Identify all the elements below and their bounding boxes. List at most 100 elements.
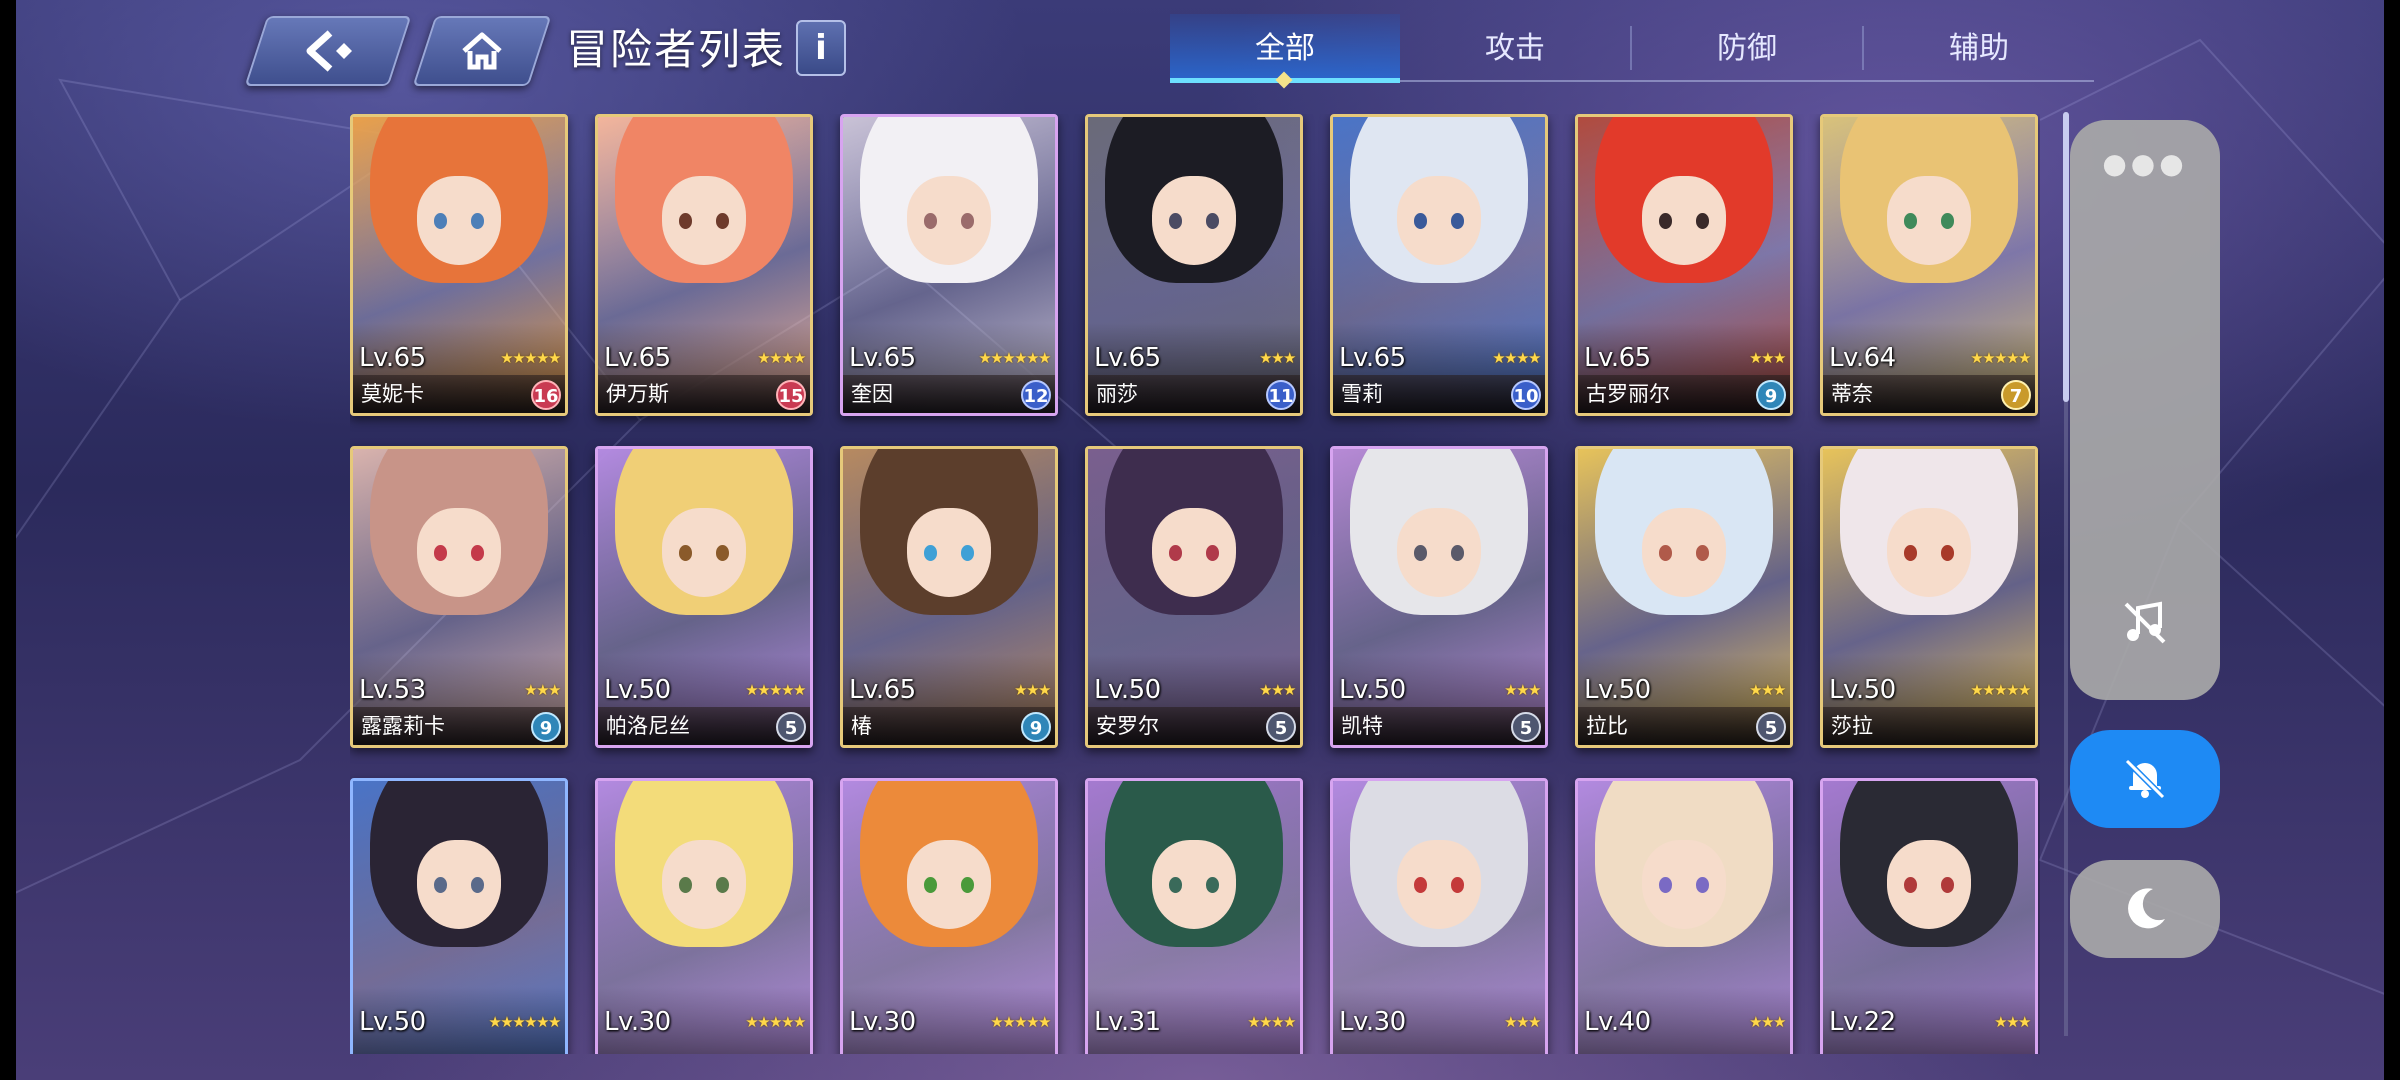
portrait-eye [678,545,693,562]
portrait-eye [1205,545,1220,562]
tab-support[interactable]: 辅助 [1864,14,2094,82]
card-star-rating: ★★★★ [1492,349,1541,367]
card-star-rating: ★★★ [1749,349,1786,367]
adventurer-card[interactable]: Lv.30 ★★★★★ [840,778,1058,1054]
card-level: Lv.65 [1339,343,1406,373]
portrait-face [906,176,992,265]
adventurer-card[interactable]: Lv.53 ★★★ 露露莉卡 9 [350,446,568,748]
adventurer-card[interactable]: Lv.50 ★★★★★★ [350,778,568,1054]
portrait-face [661,176,747,265]
portrait-eye [1168,213,1183,230]
card-star-rating: ★★★ [1994,1013,2031,1031]
portrait-eye [470,545,485,562]
card-count-badge: 10 [1511,380,1541,410]
card-count-badge: 5 [1266,712,1296,742]
music-off-icon[interactable] [2120,598,2170,652]
category-tabs: 全部 攻击 防御 辅助 [1170,14,2094,89]
card-name: 莎拉 [1831,714,1873,738]
portrait-eye [1695,877,1710,894]
adventurer-card[interactable]: Lv.65 ★★★★★ 莫妮卡 16 [350,114,568,416]
portrait-eye [1658,877,1673,894]
adventurer-card[interactable]: Lv.50 ★★★ 凯特 5 [1330,446,1548,748]
card-level: Lv.65 [604,343,671,373]
portrait-eye [1205,877,1220,894]
adventurer-card[interactable]: Lv.65 ★★★ 椿 9 [840,446,1058,748]
portrait-face [1641,840,1727,929]
adventurer-card[interactable]: Lv.50 ★★★ 拉比 5 [1575,446,1793,748]
portrait-eye [470,877,485,894]
card-name: 椿 [851,714,872,738]
portrait-face [1641,176,1727,265]
portrait-eye [1450,213,1465,230]
portrait-face [416,840,502,929]
portrait-eye [678,877,693,894]
card-level: Lv.50 [1829,675,1896,705]
scrollbar-thumb[interactable] [2063,112,2069,402]
portrait-eye [433,213,448,230]
portrait-eye [1413,213,1428,230]
adventurer-card[interactable]: Lv.22 ★★★ [1820,778,2038,1054]
adventurer-card[interactable]: Lv.40 ★★★ [1575,778,1793,1054]
portrait-eye [1903,545,1918,562]
portrait-eye [1413,545,1428,562]
card-name: 古罗丽尔 [1586,382,1670,406]
adventurer-card[interactable]: Lv.64 ★★★★★ 蒂奈 7 [1820,114,2038,416]
back-button[interactable] [244,16,412,86]
tab-defense[interactable]: 防御 [1632,14,1862,82]
portrait-eye [960,877,975,894]
portrait-face [1396,508,1482,597]
card-name: 伊万斯 [606,382,669,406]
card-level: Lv.64 [1829,343,1896,373]
more-dots-icon[interactable]: ●●● [2070,150,2220,178]
portrait-face [1151,176,1237,265]
portrait-face [1886,176,1972,265]
card-level: Lv.65 [359,343,426,373]
portrait-face [661,508,747,597]
adventurer-card[interactable]: Lv.30 ★★★ [1330,778,1548,1054]
card-star-rating: ★★★★★ [990,1013,1051,1031]
adventurer-card[interactable]: Lv.65 ★★★★ 雪莉 10 [1330,114,1548,416]
adventurer-card[interactable]: Lv.65 ★★★★ 伊万斯 15 [595,114,813,416]
card-star-rating: ★★★★★ [745,681,806,699]
portrait-eye [1940,545,1955,562]
card-count-badge: 5 [1756,712,1786,742]
adventurer-card[interactable]: Lv.30 ★★★★★ [595,778,813,1054]
adventurer-card[interactable]: Lv.50 ★★★★★ 莎拉 [1820,446,2038,748]
info-button[interactable]: i [796,20,846,76]
card-star-rating: ★★★★★ [500,349,561,367]
card-count-badge: 16 [531,380,561,410]
portrait-eye [715,213,730,230]
portrait-eye [715,545,730,562]
adventurer-card[interactable]: Lv.65 ★★★ 古罗丽尔 9 [1575,114,1793,416]
night-mode-button[interactable] [2070,860,2220,958]
adventurer-card[interactable]: Lv.50 ★★★★★ 帕洛尼丝 5 [595,446,813,748]
adventurer-card[interactable]: Lv.31 ★★★★ [1085,778,1303,1054]
info-icon: i [815,28,827,68]
adventurer-card[interactable]: Lv.65 ★★★ 丽莎 11 [1085,114,1303,416]
portrait-eye [1940,877,1955,894]
mute-button[interactable] [2070,730,2220,828]
adventurer-card[interactable]: Lv.50 ★★★ 安罗尔 5 [1085,446,1303,748]
bell-muted-icon [2119,751,2171,807]
card-level: Lv.31 [1094,1007,1161,1037]
card-count-badge: 11 [1266,380,1296,410]
card-name: 丽莎 [1096,382,1138,406]
portrait-eye [1695,545,1710,562]
card-level: Lv.50 [359,1007,426,1037]
card-star-rating: ★★★ [524,681,561,699]
tab-attack[interactable]: 攻击 [1400,14,1630,82]
card-star-rating: ★★★ [1749,681,1786,699]
adventurer-card[interactable]: Lv.65 ★★★★★★ 奎因 12 [840,114,1058,416]
card-name: 莫妮卡 [361,382,424,406]
card-level: Lv.65 [849,343,916,373]
card-level: Lv.40 [1584,1007,1651,1037]
portrait-eye [715,877,730,894]
home-icon [460,31,504,71]
portrait-face [1886,840,1972,929]
home-button[interactable] [412,16,552,86]
card-count-badge: 7 [2001,380,2031,410]
card-name: 雪莉 [1341,382,1383,406]
card-level: Lv.50 [1094,675,1161,705]
screen-edge-right [2384,0,2400,1080]
portrait-eye [923,545,938,562]
